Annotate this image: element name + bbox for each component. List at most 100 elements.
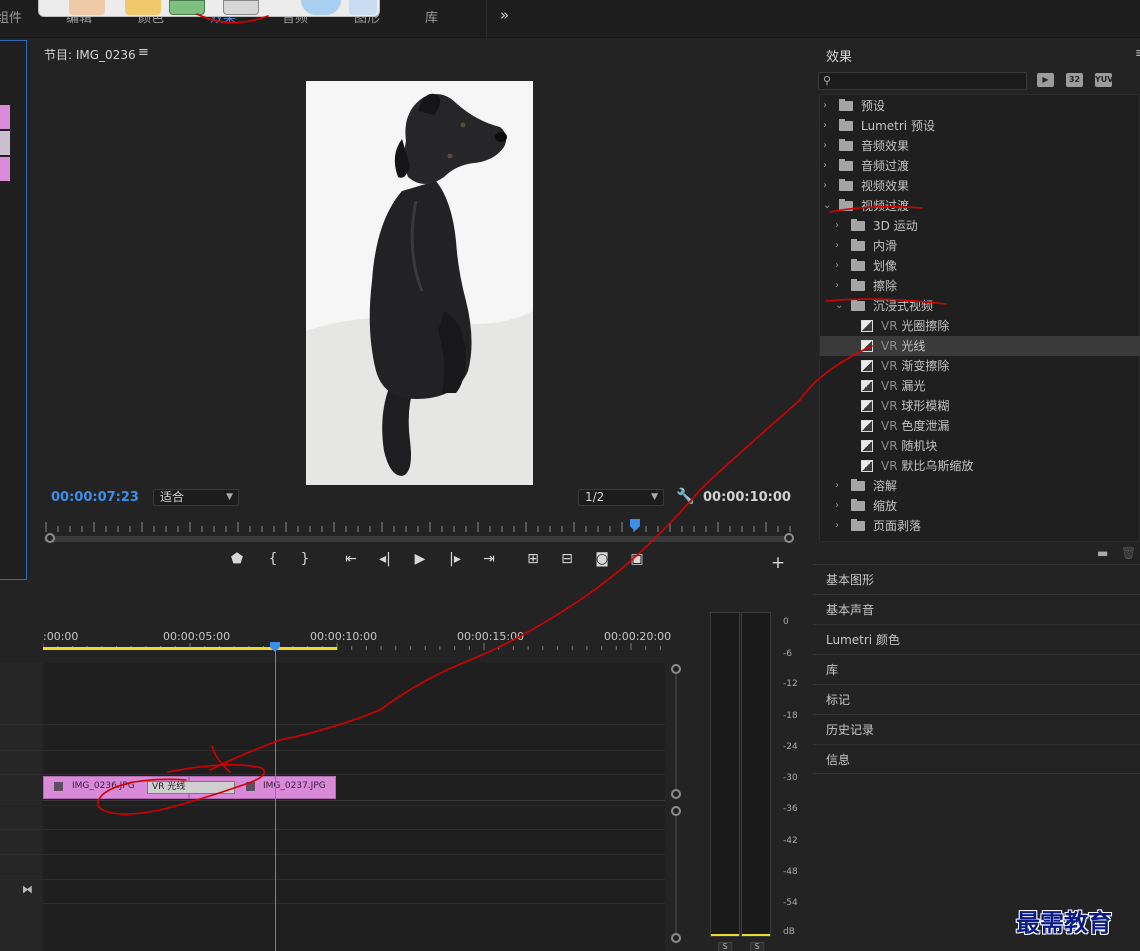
- panel-menu-icon[interactable]: ≡: [1135, 46, 1140, 61]
- video-scrollbar[interactable]: [675, 674, 677, 789]
- panel-info[interactable]: 信息: [813, 744, 1140, 774]
- workspace-overflow-button[interactable]: »: [500, 6, 509, 24]
- effect-folder-item[interactable]: › 音频效果: [820, 136, 1140, 156]
- scrub-start-handle[interactable]: [45, 533, 55, 543]
- effect-item[interactable]: VR 色度泄漏: [820, 416, 1140, 436]
- accelerated-effects-icon[interactable]: ▶: [1037, 73, 1054, 87]
- effect-folder-item[interactable]: ⌄ 视频过渡: [820, 196, 1140, 216]
- effect-item[interactable]: VR 光线: [820, 336, 1140, 356]
- chevron-right-icon[interactable]: ›: [835, 276, 839, 296]
- panel-markers[interactable]: 标记: [813, 684, 1140, 714]
- camera-icon[interactable]: ◙: [591, 551, 613, 567]
- timeline-ruler[interactable]: :00:00 00:00:05:00 00:00:10:00 00:00:15:…: [43, 625, 671, 655]
- chevron-right-icon[interactable]: ›: [823, 136, 827, 156]
- chevron-right-icon[interactable]: ›: [835, 256, 839, 276]
- in-point-icon[interactable]: {: [262, 551, 284, 567]
- effect-folder-item[interactable]: › Lumetri 预设: [820, 116, 1140, 136]
- workspace-tab-assembly[interactable]: 组件: [0, 7, 22, 26]
- effect-folder-item[interactable]: › 视频效果: [820, 176, 1140, 196]
- vr-light-rays-transition[interactable]: VR 光线: [147, 781, 235, 794]
- current-timecode[interactable]: 00:00:07:23: [51, 490, 139, 505]
- chevron-right-icon[interactable]: ›: [823, 176, 827, 196]
- yuv-effects-icon[interactable]: YUV: [1095, 73, 1113, 87]
- play-icon[interactable]: ▶: [409, 551, 431, 567]
- effect-item[interactable]: VR 球形模糊: [820, 396, 1140, 416]
- panel-essential-sound[interactable]: 基本声音: [813, 594, 1140, 624]
- marker-icon[interactable]: ⬟: [226, 551, 248, 567]
- effect-name: 擦除: [873, 279, 898, 293]
- folder-icon: [851, 519, 865, 531]
- effect-folder-item[interactable]: › 内滑: [820, 236, 1140, 256]
- video-scroll-handle-bottom[interactable]: [671, 789, 681, 799]
- project-item-thumb[interactable]: [0, 157, 10, 181]
- delete-icon[interactable]: 🗑: [1121, 546, 1136, 560]
- add-icon[interactable]: +: [767, 553, 789, 573]
- chevron-right-icon[interactable]: ›: [835, 496, 839, 516]
- effect-item[interactable]: VR 默比乌斯缩放: [820, 456, 1140, 476]
- effect-folder-item[interactable]: › 页面剥落: [820, 516, 1140, 536]
- panel-libraries[interactable]: 库: [813, 654, 1140, 684]
- chevron-right-icon[interactable]: ›: [823, 116, 827, 136]
- effect-folder-item[interactable]: › 缩放: [820, 496, 1140, 516]
- step-back-icon[interactable]: ◂|: [374, 551, 396, 567]
- panel-menu-icon[interactable]: ≡: [138, 45, 149, 60]
- scrub-end-handle[interactable]: [784, 533, 794, 543]
- chevron-right-icon[interactable]: ›: [823, 96, 827, 116]
- chevron-right-icon[interactable]: ›: [835, 216, 839, 236]
- audio-scroll-handle-top[interactable]: [671, 806, 681, 816]
- effect-folder-item[interactable]: ⌄ 沉浸式视频: [820, 296, 1140, 316]
- program-scrub-bar[interactable]: [44, 536, 792, 542]
- effect-item[interactable]: VR 渐变擦除: [820, 356, 1140, 376]
- effects-panel-title[interactable]: 效果: [826, 46, 852, 65]
- effects-search-input[interactable]: ⚲: [818, 72, 1027, 90]
- compare-icon[interactable]: ▣: [626, 551, 648, 567]
- panel-history[interactable]: 历史记录: [813, 714, 1140, 744]
- lift-icon[interactable]: ⊞: [522, 551, 544, 567]
- audio-scrollbar[interactable]: [675, 816, 677, 933]
- solo-button-left[interactable]: S: [718, 942, 732, 951]
- effect-item[interactable]: VR 光圈擦除: [820, 316, 1140, 336]
- effect-folder-item[interactable]: › 划像: [820, 256, 1140, 276]
- out-point-icon[interactable]: }: [294, 551, 316, 567]
- panel-essential-graphics[interactable]: 基本图形: [813, 564, 1140, 594]
- chevron-right-icon[interactable]: ›: [835, 476, 839, 496]
- chevron-down-icon[interactable]: ⌄: [835, 296, 843, 316]
- video-scroll-handle-top[interactable]: [671, 664, 681, 674]
- pen-tool-icon[interactable]: [125, 0, 161, 15]
- effect-folder-item[interactable]: › 溶解: [820, 476, 1140, 496]
- chevron-right-icon[interactable]: ›: [823, 156, 827, 176]
- effect-item[interactable]: VR 漏光: [820, 376, 1140, 396]
- chevron-down-icon[interactable]: ⌄: [823, 196, 831, 216]
- fit-zoom-dropdown[interactable]: 适合 ▼: [153, 489, 239, 506]
- effect-item[interactable]: VR 随机块: [820, 436, 1140, 456]
- go-to-out-icon[interactable]: ⇥: [478, 551, 500, 567]
- step-forward-icon[interactable]: |▸: [444, 551, 466, 567]
- zoom-tool-icon[interactable]: [223, 0, 259, 15]
- effect-folder-item[interactable]: › 3D 运动: [820, 216, 1140, 236]
- 32-bit-effects-icon[interactable]: 32: [1066, 73, 1083, 87]
- resolution-dropdown[interactable]: 1/2 ▼: [578, 489, 664, 506]
- audio-scroll-handle-bottom[interactable]: [671, 933, 681, 943]
- solo-button-right[interactable]: S: [750, 942, 764, 951]
- project-item-thumb[interactable]: [0, 131, 10, 155]
- project-item-thumb[interactable]: [0, 105, 10, 129]
- image-tool-icon[interactable]: [169, 0, 205, 15]
- chevron-right-icon[interactable]: ›: [835, 516, 839, 536]
- panel-lumetri-color[interactable]: Lumetri 颜色: [813, 624, 1140, 654]
- go-to-in-icon[interactable]: ⇤: [340, 551, 362, 567]
- pointer-tool-icon[interactable]: [349, 0, 377, 15]
- timeline-tracks[interactable]: IMG_0236.JPG IMG_0237.JPG VR 光线: [43, 651, 665, 951]
- extract-icon[interactable]: ⊟: [556, 551, 578, 567]
- effect-folder-item[interactable]: › 预设: [820, 96, 1140, 116]
- sync-lock-icon[interactable]: ⧓: [22, 883, 33, 896]
- chevron-right-icon[interactable]: ›: [835, 236, 839, 256]
- workspace-tab-libraries[interactable]: 库: [425, 7, 438, 26]
- program-time-ruler[interactable]: [44, 518, 792, 538]
- effect-folder-item[interactable]: › 擦除: [820, 276, 1140, 296]
- lens-tool-icon[interactable]: [301, 0, 341, 15]
- effect-folder-item[interactable]: › 音频过渡: [820, 156, 1140, 176]
- settings-wrench-icon[interactable]: 🔧: [676, 487, 695, 505]
- hand-tool-icon[interactable]: [69, 0, 105, 15]
- program-monitor-title[interactable]: 节目: IMG_0236: [44, 46, 136, 63]
- new-bin-icon[interactable]: ▬: [1097, 546, 1108, 560]
